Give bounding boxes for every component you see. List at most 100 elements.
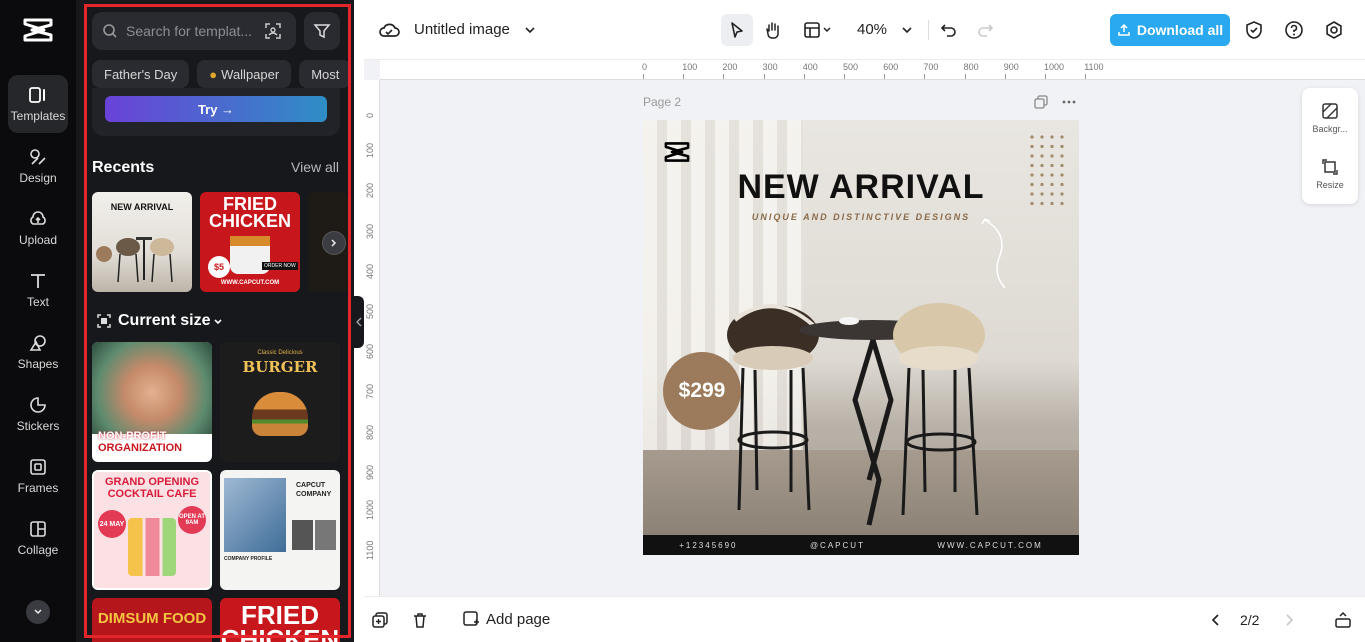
rail-item-upload[interactable]: Upload bbox=[8, 199, 68, 257]
recents-next-button[interactable] bbox=[322, 231, 346, 255]
canvas-workspace[interactable]: 0 100 200 300 400 500 600 700 800 900 1000 1100 0 10… bbox=[364, 60, 1365, 596]
thumb-subtitle: CHICKEN bbox=[220, 624, 340, 642]
page-panel-toggle-icon[interactable] bbox=[1334, 611, 1352, 629]
panel-collapse-handle[interactable] bbox=[354, 296, 364, 348]
hand-tool-button[interactable] bbox=[757, 14, 789, 46]
page-label: Page 2 bbox=[643, 95, 682, 109]
duplicate-page-icon[interactable] bbox=[1034, 95, 1048, 109]
view-all-link[interactable]: View all bbox=[291, 159, 339, 175]
price-badge[interactable]: $299 bbox=[663, 352, 741, 430]
help-icon[interactable] bbox=[1284, 20, 1304, 40]
undo-icon[interactable] bbox=[940, 21, 958, 39]
document-title[interactable]: Untitled image bbox=[414, 21, 510, 38]
office-photos bbox=[292, 520, 336, 550]
template-company-profile[interactable]: CAPCUT COMPANY COMPANY PROFILE bbox=[220, 470, 340, 590]
collage-icon bbox=[30, 521, 46, 537]
vertical-ruler: 0 100 200 300 400 500 600 700 800 900 1000 1100 bbox=[364, 80, 380, 596]
settings-gear-icon[interactable] bbox=[1324, 20, 1344, 40]
chip-wallpaper[interactable]: ● Wallpaper bbox=[197, 60, 292, 88]
more-options-icon[interactable] bbox=[1062, 95, 1076, 109]
rail-item-stickers[interactable]: Stickers bbox=[8, 385, 68, 443]
capcut-logo-icon[interactable] bbox=[22, 16, 54, 44]
recent-template-new-arrival[interactable]: NEW ARRIVAL bbox=[92, 192, 192, 292]
rail-item-collage[interactable]: Collage bbox=[8, 509, 68, 567]
redo-icon[interactable] bbox=[976, 21, 994, 39]
chip-label: Most bbox=[311, 66, 340, 82]
chip-most[interactable]: Most bbox=[299, 60, 352, 88]
thumb-subtitle: Classic Delicious bbox=[257, 350, 303, 356]
footer-phone: +12345690 bbox=[679, 540, 738, 550]
template-fried-chicken[interactable]: FRIED CHICKEN bbox=[220, 598, 340, 642]
template-cocktail-cafe[interactable]: GRAND OPENING COCKTAIL CAFE 24 MAY OPEN … bbox=[92, 470, 212, 590]
template-search[interactable] bbox=[92, 12, 296, 50]
thumb-title: CAPCUT bbox=[296, 482, 326, 489]
download-label: Download all bbox=[1136, 22, 1224, 38]
footer-handle: @CAPCUT bbox=[809, 540, 865, 550]
cocktail-glasses-image bbox=[128, 518, 176, 576]
horizontal-ruler: 0 100 200 300 400 500 600 700 800 900 1000 1100 bbox=[380, 60, 1365, 80]
thumb-title: FRIED CHICKEN bbox=[208, 194, 291, 231]
shield-check-icon[interactable] bbox=[1244, 20, 1264, 40]
ruler-tick bbox=[803, 74, 805, 79]
resize-tool-button[interactable]: Resize bbox=[1302, 158, 1358, 190]
rail-item-templates[interactable]: Templates bbox=[8, 75, 68, 133]
open-badge: OPEN AT 9AM bbox=[178, 506, 206, 534]
ruler-tick bbox=[844, 74, 845, 79]
rail-item-design[interactable]: Design bbox=[8, 137, 68, 195]
recent-template-fried-chicken[interactable]: FRIED CHICKEN $5 ORDER NOW WWW.CAPCUT.CO… bbox=[200, 192, 300, 292]
rail-more-button[interactable] bbox=[26, 600, 50, 624]
text-icon bbox=[31, 274, 45, 288]
chip-fathers-day[interactable]: Father's Day bbox=[92, 60, 190, 88]
ruler-tick-label: 200 bbox=[722, 62, 738, 72]
previous-page-icon[interactable] bbox=[1209, 613, 1223, 627]
template-non-profit[interactable]: NON-PROFIT ORGANIZATION bbox=[92, 342, 212, 462]
thumb-caption: COMPANY PROFILE bbox=[224, 556, 273, 562]
chevron-down-icon[interactable] bbox=[524, 24, 536, 36]
rail-label: Shapes bbox=[17, 357, 59, 371]
cloud-sync-icon[interactable] bbox=[378, 19, 400, 41]
ruler-tick-label: 1100 bbox=[365, 540, 375, 561]
ruler-tick bbox=[763, 74, 765, 79]
try-button[interactable]: Try → bbox=[105, 96, 327, 122]
add-page-label: Add page bbox=[486, 610, 551, 628]
filter-button[interactable] bbox=[304, 12, 340, 50]
next-page-icon[interactable] bbox=[1282, 613, 1296, 627]
toolbar-divider bbox=[928, 20, 929, 40]
chevron-down-icon[interactable] bbox=[901, 24, 913, 36]
duplicate-page-icon[interactable] bbox=[371, 611, 389, 629]
ruler-tick bbox=[683, 74, 685, 79]
add-page-icon bbox=[463, 611, 479, 626]
select-tool-button[interactable] bbox=[721, 14, 753, 46]
category-chips: Father's Day ● Wallpaper Most bbox=[92, 60, 352, 88]
ruler-tick bbox=[723, 74, 725, 79]
rail-item-frames[interactable]: Frames bbox=[8, 447, 68, 505]
background-tool-button[interactable]: Backgr... bbox=[1302, 102, 1358, 134]
rail-item-shapes[interactable]: Shapes bbox=[8, 323, 68, 381]
thumb-title: BURGER bbox=[242, 358, 318, 376]
design-footer[interactable]: +12345690 @CAPCUT WWW.CAPCUT.COM bbox=[643, 535, 1079, 555]
ruler-tick-label: 700 bbox=[923, 62, 939, 72]
search-icon bbox=[103, 24, 117, 38]
current-size-title[interactable]: Current size bbox=[118, 312, 210, 330]
chevron-down-icon[interactable] bbox=[213, 317, 223, 327]
download-all-button[interactable]: Download all bbox=[1110, 14, 1230, 46]
chevron-left-icon bbox=[356, 317, 362, 327]
template-burger[interactable]: Classic Delicious BURGER bbox=[220, 342, 340, 462]
search-input[interactable] bbox=[126, 23, 256, 39]
trash-icon[interactable] bbox=[411, 611, 429, 629]
chevron-down-icon bbox=[34, 609, 42, 615]
ruler-tick-label: 200 bbox=[365, 183, 375, 199]
hat-emoji-icon: ● bbox=[209, 66, 218, 82]
image-search-icon[interactable] bbox=[264, 22, 282, 40]
zoom-level[interactable]: 40% bbox=[857, 21, 887, 38]
rail-item-text[interactable]: Text bbox=[8, 261, 68, 319]
template-dimsum-food[interactable]: DIMSUM FOOD bbox=[92, 598, 212, 642]
layout-menu-button[interactable] bbox=[798, 14, 838, 46]
thumb-subtitle: COCKTAIL CAFE bbox=[107, 488, 197, 500]
design-page[interactable]: NEW ARRIVAL UNIQUE AND DISTINCTIVE DESIG… bbox=[643, 120, 1079, 555]
add-page-button[interactable]: Add page bbox=[462, 610, 550, 628]
ruler-tick-label: 100 bbox=[365, 143, 375, 159]
url-label: WWW.CAPCUT.COM bbox=[220, 280, 280, 286]
chip-label: Wallpaper bbox=[221, 66, 280, 82]
templates-icon bbox=[29, 87, 45, 103]
